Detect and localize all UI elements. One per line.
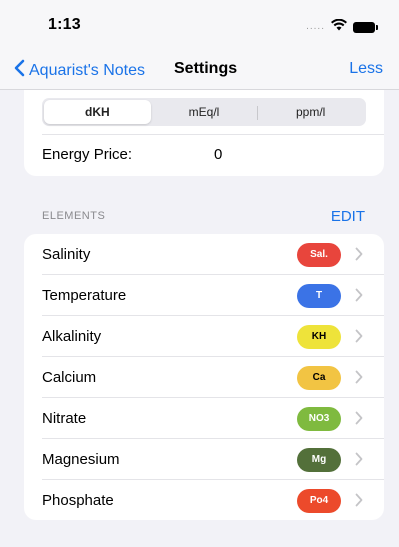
chevron-right-icon — [355, 370, 363, 389]
chevron-right-icon — [355, 411, 363, 430]
chevron-right-icon — [355, 493, 363, 512]
signal-icon: ..... — [306, 21, 325, 32]
status-icons: ..... — [306, 18, 378, 36]
element-name: Nitrate — [42, 410, 87, 427]
segment-meq[interactable]: mEq/l — [151, 100, 258, 124]
element-badge: Mg — [297, 447, 341, 472]
element-row-temperature[interactable]: Temperature T — [24, 275, 384, 316]
element-name: Alkalinity — [42, 328, 102, 345]
wifi-icon — [331, 18, 347, 36]
elements-list: Salinity Sal. Temperature T Alkalinity K… — [24, 234, 384, 520]
chevron-right-icon — [355, 247, 363, 266]
element-badge: Sal. — [297, 242, 341, 267]
chevron-right-icon — [355, 288, 363, 307]
element-name: Magnesium — [42, 451, 120, 468]
segment-ppm-label: ppm/l — [296, 105, 326, 119]
energy-price-value[interactable]: 0 — [214, 146, 222, 163]
status-bar: 1:13 ..... — [0, 0, 399, 50]
chevron-right-icon — [355, 452, 363, 471]
navigation-bar: Aquarist's Notes Settings Less — [0, 50, 399, 90]
segment-divider — [257, 106, 259, 120]
chevron-left-icon — [14, 59, 25, 82]
back-button-label: Aquarist's Notes — [29, 61, 145, 79]
elements-section-header: ELEMENTS — [42, 210, 106, 222]
units-segmented-control: dKH mEq/l ppm/l — [42, 98, 366, 126]
element-name: Salinity — [42, 246, 91, 263]
element-row-magnesium[interactable]: Magnesium Mg — [24, 439, 384, 480]
back-button[interactable]: Aquarist's Notes — [14, 59, 145, 82]
segment-dkh[interactable]: dKH — [44, 100, 151, 124]
element-badge: KH — [297, 324, 341, 349]
element-row-alkalinity[interactable]: Alkalinity KH — [24, 316, 384, 357]
energy-price-row[interactable]: Energy Price: 0 — [42, 142, 372, 166]
segment-ppm[interactable]: ppm/l — [257, 100, 364, 124]
element-row-phosphate[interactable]: Phosphate Po4 — [24, 480, 384, 520]
settings-card: dKH mEq/l ppm/l Energy Price: 0 — [24, 90, 384, 176]
element-badge: Ca — [297, 365, 341, 390]
page-title: Settings — [174, 60, 238, 77]
element-badge: NO3 — [297, 406, 341, 431]
divider — [42, 134, 384, 135]
status-time: 1:13 — [48, 16, 81, 33]
element-name: Phosphate — [42, 492, 114, 509]
element-row-salinity[interactable]: Salinity Sal. — [24, 234, 384, 275]
element-badge: T — [297, 283, 341, 308]
energy-price-label: Energy Price: — [42, 145, 133, 163]
battery-icon — [353, 21, 378, 33]
element-row-calcium[interactable]: Calcium Ca — [24, 357, 384, 398]
chevron-right-icon — [355, 329, 363, 348]
less-button[interactable]: Less — [349, 60, 383, 78]
segment-meq-label: mEq/l — [188, 105, 220, 119]
element-badge: Po4 — [297, 488, 341, 513]
element-name: Temperature — [42, 287, 127, 304]
element-row-nitrate[interactable]: Nitrate NO3 — [24, 398, 384, 439]
edit-button[interactable]: EDIT — [331, 208, 365, 225]
element-name: Calcium — [42, 369, 97, 386]
